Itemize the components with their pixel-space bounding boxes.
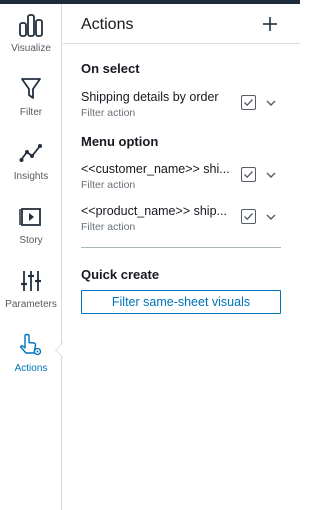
bar-chart-icon: [18, 12, 44, 38]
page-title: Actions: [81, 16, 134, 33]
section-title-on-select: On select: [81, 61, 140, 76]
rail-label-insights: Insights: [13, 171, 49, 182]
panel-header: Actions: [63, 4, 300, 44]
active-indicator: [55, 342, 63, 358]
action-enabled-checkbox[interactable]: [241, 167, 256, 182]
rail-item-story[interactable]: Story: [0, 204, 62, 264]
action-row[interactable]: <<product_name>> ship... Filter action: [81, 204, 286, 238]
action-enabled-checkbox[interactable]: [241, 95, 256, 110]
filter-same-sheet-visuals-button[interactable]: Filter same-sheet visuals: [81, 290, 281, 314]
story-icon: [18, 204, 44, 230]
action-row[interactable]: <<customer_name>> shi... Filter action: [81, 162, 286, 196]
sliders-icon: [18, 268, 44, 294]
chevron-down-icon[interactable]: [265, 96, 277, 108]
rail-item-insights[interactable]: Insights: [0, 140, 62, 200]
checkmark-icon: [244, 213, 253, 221]
action-row[interactable]: Shipping details by order Filter action: [81, 90, 286, 124]
rail-item-parameters[interactable]: Parameters: [0, 268, 62, 328]
sparkline-icon: [18, 140, 44, 166]
rail-label-filter: Filter: [19, 107, 43, 118]
add-action-button[interactable]: [258, 12, 282, 36]
left-rail: Visualize Filter Insights Story Paramete…: [0, 4, 62, 510]
rail-label-visualize: Visualize: [11, 43, 51, 54]
section-title-quick-create: Quick create: [81, 267, 160, 282]
rail-item-visualize[interactable]: Visualize: [0, 12, 62, 72]
rail-label-parameters: Parameters: [5, 299, 57, 310]
checkmark-icon: [244, 99, 253, 107]
divider: [81, 247, 281, 248]
section-title-menu-option: Menu option: [81, 134, 159, 149]
actions-panel: Actions On select Shipping details by or…: [63, 4, 300, 510]
chevron-down-icon[interactable]: [265, 168, 277, 180]
rail-label-story: Story: [19, 235, 43, 246]
action-type: Filter action: [81, 107, 136, 119]
rail-label-actions: Actions: [14, 363, 48, 374]
pointer-click-icon: [18, 332, 44, 358]
action-name: <<product_name>> ship...: [81, 204, 227, 218]
action-name: <<customer_name>> shi...: [81, 162, 230, 176]
chevron-down-icon[interactable]: [265, 210, 277, 222]
checkmark-icon: [244, 171, 253, 179]
plus-icon: [263, 17, 277, 31]
action-enabled-checkbox[interactable]: [241, 209, 256, 224]
action-name: Shipping details by order: [81, 90, 219, 104]
funnel-icon: [18, 76, 44, 102]
rail-item-actions[interactable]: Actions: [0, 332, 62, 392]
rail-item-filter[interactable]: Filter: [0, 76, 62, 136]
action-type: Filter action: [81, 179, 136, 191]
action-type: Filter action: [81, 221, 136, 233]
